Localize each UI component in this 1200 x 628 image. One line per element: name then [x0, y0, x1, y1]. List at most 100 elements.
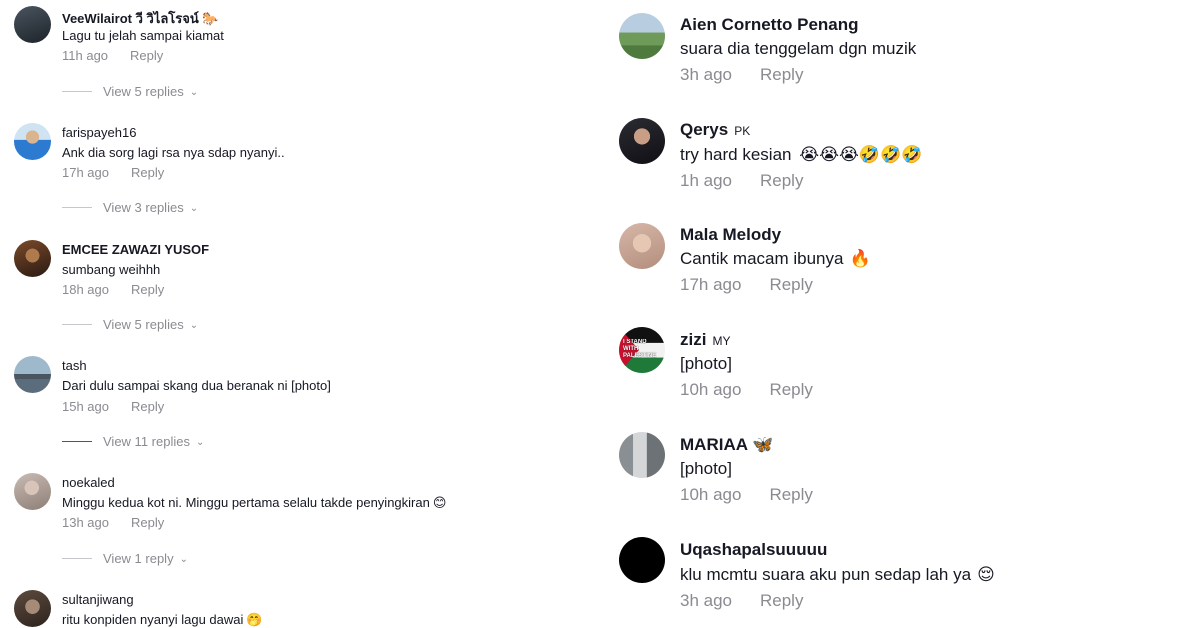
chevron-down-icon: ⌄	[189, 87, 199, 98]
avatar[interactable]	[14, 473, 51, 510]
comment-username[interactable]: farispayeh16	[62, 125, 136, 140]
comment-username[interactable]: Aien Cornetto Penang	[680, 15, 859, 35]
reply-button[interactable]: Reply	[760, 65, 803, 84]
comment-meta: 1h ago Reply	[680, 171, 803, 191]
relieved-face-emoji: 😌	[977, 565, 995, 584]
comment-time: 17h ago	[62, 165, 109, 180]
comment-meta: 10h ago Reply	[680, 485, 813, 505]
comment-time: 3h ago	[680, 65, 732, 84]
comment-text-body: Cantik macam ibunya	[680, 249, 844, 268]
comment-text: try hard kesian 😭😭😭🤣🤣🤣	[680, 145, 922, 165]
comment-text: sumbang weihhh	[62, 262, 161, 277]
reply-button[interactable]: Reply	[769, 380, 812, 399]
chevron-down-icon: ⌄	[179, 554, 188, 565]
divider	[62, 207, 92, 208]
comment-text: Dari dulu sampai skang dua beranak ni [p…	[62, 378, 331, 393]
avatar[interactable]	[14, 123, 51, 160]
comment-text: ritu konpiden nyanyi lagu dawai 🤭	[62, 612, 263, 628]
comment-time: 18h ago	[62, 282, 109, 297]
view-replies-button[interactable]: View 1 reply ⌄	[62, 551, 188, 566]
comment-time: 11h ago	[62, 48, 109, 63]
chevron-down-icon: ⌄	[189, 320, 199, 331]
crying-laughing-emoji: 😭😭😭🤣🤣🤣	[799, 145, 923, 164]
comment-username[interactable]: sultanjiwang	[62, 592, 134, 607]
avatar[interactable]	[619, 13, 665, 59]
comment-meta: 17h ago Reply	[62, 165, 164, 180]
comment-text: suara dia tenggelam dgn muzik	[680, 39, 917, 58]
view-replies-button[interactable]: View 5 replies ⌄	[62, 84, 198, 99]
view-replies-button[interactable]: View 11 replies ⌄	[62, 434, 204, 449]
avatar-text: I STAND WITH PALESTINE	[623, 339, 657, 359]
left-comment-column: VeeWilairot วี วิไลโรจน์ 🐎 Lagu tu jelah…	[0, 0, 590, 628]
comment-text: Cantik macam ibunya 🔥	[680, 249, 871, 269]
comment-text-body: Minggu kedua kot ni. Minggu pertama sela…	[62, 495, 430, 510]
comment-meta: 3h ago Reply	[680, 591, 803, 611]
right-comment-column: Aien Cornetto Penang suara dia tenggelam…	[600, 0, 1200, 628]
comment-time: 3h ago	[680, 591, 732, 610]
comment-text-body: klu mcmtu suara aku pun sedap lah ya	[680, 565, 972, 584]
view-replies-label: View 1 reply	[103, 551, 174, 566]
comment-text: Lagu tu jelah sampai kiamat	[62, 28, 224, 43]
comment-username[interactable]: Mala Melody	[680, 225, 781, 245]
reply-button[interactable]: Reply	[760, 591, 803, 610]
divider	[62, 324, 92, 325]
reply-button[interactable]: Reply	[131, 165, 164, 180]
chevron-down-icon: ⌄	[189, 203, 199, 214]
comment-username[interactable]: noekaled	[62, 475, 115, 490]
comment-text: [photo]	[680, 459, 732, 478]
comment-username[interactable]: EMCEE ZAWAZI YUSOF	[62, 242, 209, 257]
smile-emoji: 😊	[432, 495, 447, 510]
hand-over-mouth-emoji: 🤭	[246, 612, 263, 627]
comment-text: Minggu kedua kot ni. Minggu pertama sela…	[62, 495, 446, 511]
comment-text: Ank dia sorg lagi rsa nya sdap nyanyi..	[62, 145, 285, 160]
reply-button[interactable]: Reply	[130, 48, 163, 63]
avatar[interactable]	[619, 537, 665, 583]
avatar[interactable]	[14, 590, 51, 627]
comment-text-body: ritu konpiden nyanyi lagu dawai	[62, 612, 244, 627]
comment-meta: 3h ago Reply	[680, 65, 803, 85]
country-badge: MY	[712, 334, 731, 348]
avatar[interactable]	[619, 223, 665, 269]
avatar[interactable]: I STAND WITH PALESTINE	[619, 327, 665, 373]
view-replies-button[interactable]: View 5 replies ⌄	[62, 317, 198, 332]
fire-emoji: 🔥	[849, 249, 871, 268]
avatar[interactable]	[14, 356, 51, 393]
comment-meta: 11h ago Reply	[62, 48, 163, 63]
comment-username[interactable]: Qerys PK	[680, 120, 750, 140]
comment-meta: 15h ago Reply	[62, 399, 164, 414]
avatar[interactable]	[619, 432, 665, 478]
comment-username[interactable]: VeeWilairot วี วิไลโรจน์ 🐎	[62, 8, 219, 29]
comment-time: 13h ago	[62, 515, 109, 530]
view-replies-button[interactable]: View 3 replies ⌄	[62, 200, 198, 215]
divider	[62, 91, 92, 92]
comment-username[interactable]: zizi MY	[680, 330, 730, 350]
divider	[62, 441, 92, 442]
view-replies-label: View 5 replies	[103, 84, 184, 99]
view-replies-label: View 5 replies	[103, 317, 184, 332]
avatar[interactable]	[619, 118, 665, 164]
comment-username[interactable]: MARIAA 🦋	[680, 435, 773, 455]
divider	[62, 558, 92, 559]
comment-text-body: try hard kesian	[680, 145, 792, 164]
reply-button[interactable]: Reply	[760, 171, 803, 190]
username-label: Qerys	[680, 120, 729, 139]
reply-button[interactable]: Reply	[131, 399, 164, 414]
view-replies-label: View 3 replies	[103, 200, 184, 215]
reply-button[interactable]: Reply	[769, 485, 812, 504]
view-replies-label: View 11 replies	[103, 434, 190, 449]
comment-text: klu mcmtu suara aku pun sedap lah ya 😌	[680, 565, 995, 585]
comment-time: 1h ago	[680, 171, 732, 190]
avatar[interactable]	[14, 240, 51, 277]
reply-button[interactable]: Reply	[769, 275, 812, 294]
avatar[interactable]	[14, 6, 51, 43]
reply-button[interactable]: Reply	[131, 515, 164, 530]
reply-button[interactable]: Reply	[131, 282, 164, 297]
username-label: zizi	[680, 330, 707, 349]
comment-text: [photo]	[680, 354, 732, 373]
comment-username[interactable]: tash	[62, 358, 87, 373]
chevron-down-icon: ⌄	[195, 437, 205, 448]
comment-username[interactable]: Uqashapalsuuuuu	[680, 540, 827, 560]
comment-meta: 10h ago Reply	[680, 380, 813, 400]
comment-meta: 17h ago Reply	[680, 275, 813, 295]
comment-time: 15h ago	[62, 399, 109, 414]
